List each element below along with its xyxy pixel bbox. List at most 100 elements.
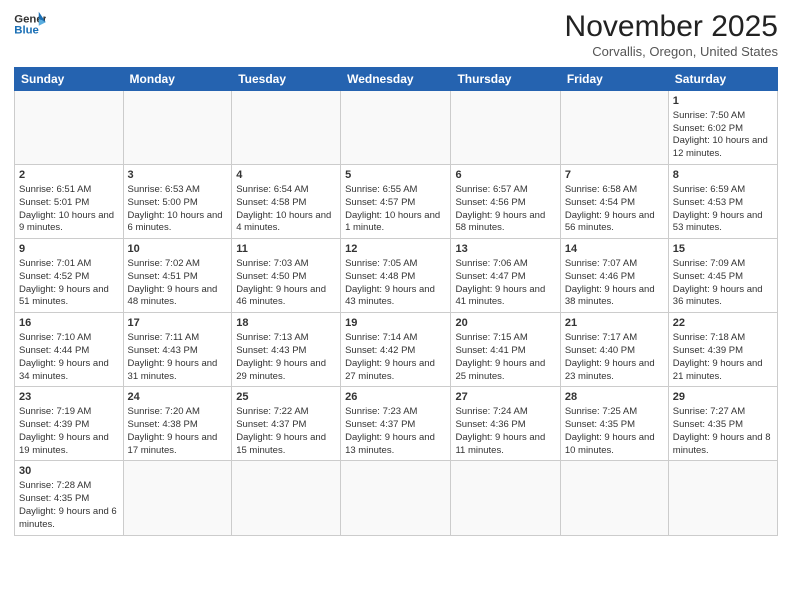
day-number: 23	[19, 390, 119, 405]
day-info: Sunset: 4:35 PM	[673, 419, 773, 432]
day-info: Daylight: 10 hours and 12 minutes.	[673, 135, 773, 161]
day-number: 29	[673, 390, 773, 405]
day-info: Sunrise: 6:57 AM	[455, 184, 555, 197]
day-info: Sunset: 4:39 PM	[19, 419, 119, 432]
day-info: Sunrise: 7:07 AM	[565, 258, 664, 271]
header-sunday: Sunday	[15, 68, 124, 91]
day-info: Sunrise: 7:20 AM	[128, 406, 228, 419]
day-info: Sunset: 4:37 PM	[236, 419, 336, 432]
table-row	[341, 461, 451, 535]
day-number: 14	[565, 242, 664, 257]
table-row	[451, 91, 560, 165]
day-info: Sunrise: 7:25 AM	[565, 406, 664, 419]
calendar-table: Sunday Monday Tuesday Wednesday Thursday…	[14, 67, 778, 536]
day-number: 11	[236, 242, 336, 257]
day-info: Sunset: 4:47 PM	[455, 271, 555, 284]
table-row: 27Sunrise: 7:24 AMSunset: 4:36 PMDayligh…	[451, 387, 560, 461]
header-tuesday: Tuesday	[232, 68, 341, 91]
day-info: Sunset: 5:00 PM	[128, 197, 228, 210]
table-row	[232, 91, 341, 165]
day-number: 2	[19, 168, 119, 183]
table-row: 8Sunrise: 6:59 AMSunset: 4:53 PMDaylight…	[668, 165, 777, 239]
table-row: 20Sunrise: 7:15 AMSunset: 4:41 PMDayligh…	[451, 313, 560, 387]
day-info: Daylight: 9 hours and 25 minutes.	[455, 358, 555, 384]
table-row	[668, 461, 777, 535]
day-info: Daylight: 9 hours and 13 minutes.	[345, 432, 446, 458]
day-number: 21	[565, 316, 664, 331]
day-number: 13	[455, 242, 555, 257]
day-number: 3	[128, 168, 228, 183]
day-info: Sunrise: 7:14 AM	[345, 332, 446, 345]
day-info: Daylight: 9 hours and 6 minutes.	[19, 506, 119, 532]
day-info: Sunrise: 6:54 AM	[236, 184, 336, 197]
day-info: Daylight: 9 hours and 17 minutes.	[128, 432, 228, 458]
table-row: 19Sunrise: 7:14 AMSunset: 4:42 PMDayligh…	[341, 313, 451, 387]
day-info: Sunrise: 7:22 AM	[236, 406, 336, 419]
table-row: 10Sunrise: 7:02 AMSunset: 4:51 PMDayligh…	[123, 239, 232, 313]
day-info: Daylight: 9 hours and 56 minutes.	[565, 210, 664, 236]
day-info: Sunset: 4:42 PM	[345, 345, 446, 358]
day-info: Sunrise: 7:10 AM	[19, 332, 119, 345]
day-info: Sunset: 4:45 PM	[673, 271, 773, 284]
svg-text:Blue: Blue	[14, 25, 39, 37]
table-row: 14Sunrise: 7:07 AMSunset: 4:46 PMDayligh…	[560, 239, 668, 313]
day-info: Sunset: 4:35 PM	[19, 493, 119, 506]
table-row: 25Sunrise: 7:22 AMSunset: 4:37 PMDayligh…	[232, 387, 341, 461]
table-row: 9Sunrise: 7:01 AMSunset: 4:52 PMDaylight…	[15, 239, 124, 313]
day-info: Sunrise: 7:03 AM	[236, 258, 336, 271]
day-info: Daylight: 10 hours and 6 minutes.	[128, 210, 228, 236]
day-info: Sunset: 4:43 PM	[128, 345, 228, 358]
table-row: 11Sunrise: 7:03 AMSunset: 4:50 PMDayligh…	[232, 239, 341, 313]
day-number: 4	[236, 168, 336, 183]
calendar-week-row: 2Sunrise: 6:51 AMSunset: 5:01 PMDaylight…	[15, 165, 778, 239]
day-info: Sunrise: 6:53 AM	[128, 184, 228, 197]
table-row: 15Sunrise: 7:09 AMSunset: 4:45 PMDayligh…	[668, 239, 777, 313]
day-number: 1	[673, 94, 773, 109]
day-info: Sunrise: 7:27 AM	[673, 406, 773, 419]
table-row: 3Sunrise: 6:53 AMSunset: 5:00 PMDaylight…	[123, 165, 232, 239]
day-info: Daylight: 9 hours and 23 minutes.	[565, 358, 664, 384]
day-number: 5	[345, 168, 446, 183]
day-info: Sunrise: 7:01 AM	[19, 258, 119, 271]
table-row: 24Sunrise: 7:20 AMSunset: 4:38 PMDayligh…	[123, 387, 232, 461]
calendar-week-row: 1Sunrise: 7:50 AMSunset: 6:02 PMDaylight…	[15, 91, 778, 165]
day-number: 18	[236, 316, 336, 331]
table-row: 28Sunrise: 7:25 AMSunset: 4:35 PMDayligh…	[560, 387, 668, 461]
day-info: Sunset: 4:41 PM	[455, 345, 555, 358]
table-row: 2Sunrise: 6:51 AMSunset: 5:01 PMDaylight…	[15, 165, 124, 239]
table-row: 7Sunrise: 6:58 AMSunset: 4:54 PMDaylight…	[560, 165, 668, 239]
day-info: Sunset: 4:46 PM	[565, 271, 664, 284]
header: General Blue November 2025 Corvallis, Or…	[14, 10, 778, 59]
title-block: November 2025 Corvallis, Oregon, United …	[565, 10, 778, 59]
calendar-week-row: 16Sunrise: 7:10 AMSunset: 4:44 PMDayligh…	[15, 313, 778, 387]
day-number: 17	[128, 316, 228, 331]
day-info: Sunrise: 7:09 AM	[673, 258, 773, 271]
header-wednesday: Wednesday	[341, 68, 451, 91]
day-number: 15	[673, 242, 773, 257]
month-title: November 2025	[565, 10, 778, 44]
table-row: 29Sunrise: 7:27 AMSunset: 4:35 PMDayligh…	[668, 387, 777, 461]
calendar-week-row: 30Sunrise: 7:28 AMSunset: 4:35 PMDayligh…	[15, 461, 778, 535]
day-info: Daylight: 9 hours and 8 minutes.	[673, 432, 773, 458]
day-info: Daylight: 9 hours and 51 minutes.	[19, 284, 119, 310]
day-info: Sunset: 4:40 PM	[565, 345, 664, 358]
day-info: Sunset: 4:53 PM	[673, 197, 773, 210]
day-info: Sunrise: 7:23 AM	[345, 406, 446, 419]
day-number: 10	[128, 242, 228, 257]
day-info: Sunset: 4:43 PM	[236, 345, 336, 358]
table-row: 1Sunrise: 7:50 AMSunset: 6:02 PMDaylight…	[668, 91, 777, 165]
day-info: Sunrise: 7:50 AM	[673, 110, 773, 123]
calendar-week-row: 9Sunrise: 7:01 AMSunset: 4:52 PMDaylight…	[15, 239, 778, 313]
day-number: 25	[236, 390, 336, 405]
table-row: 21Sunrise: 7:17 AMSunset: 4:40 PMDayligh…	[560, 313, 668, 387]
day-info: Daylight: 9 hours and 53 minutes.	[673, 210, 773, 236]
table-row: 26Sunrise: 7:23 AMSunset: 4:37 PMDayligh…	[341, 387, 451, 461]
day-info: Daylight: 9 hours and 15 minutes.	[236, 432, 336, 458]
day-number: 27	[455, 390, 555, 405]
day-info: Sunrise: 6:55 AM	[345, 184, 446, 197]
day-info: Daylight: 9 hours and 19 minutes.	[19, 432, 119, 458]
day-info: Sunrise: 7:17 AM	[565, 332, 664, 345]
day-number: 8	[673, 168, 773, 183]
day-number: 6	[455, 168, 555, 183]
table-row: 17Sunrise: 7:11 AMSunset: 4:43 PMDayligh…	[123, 313, 232, 387]
